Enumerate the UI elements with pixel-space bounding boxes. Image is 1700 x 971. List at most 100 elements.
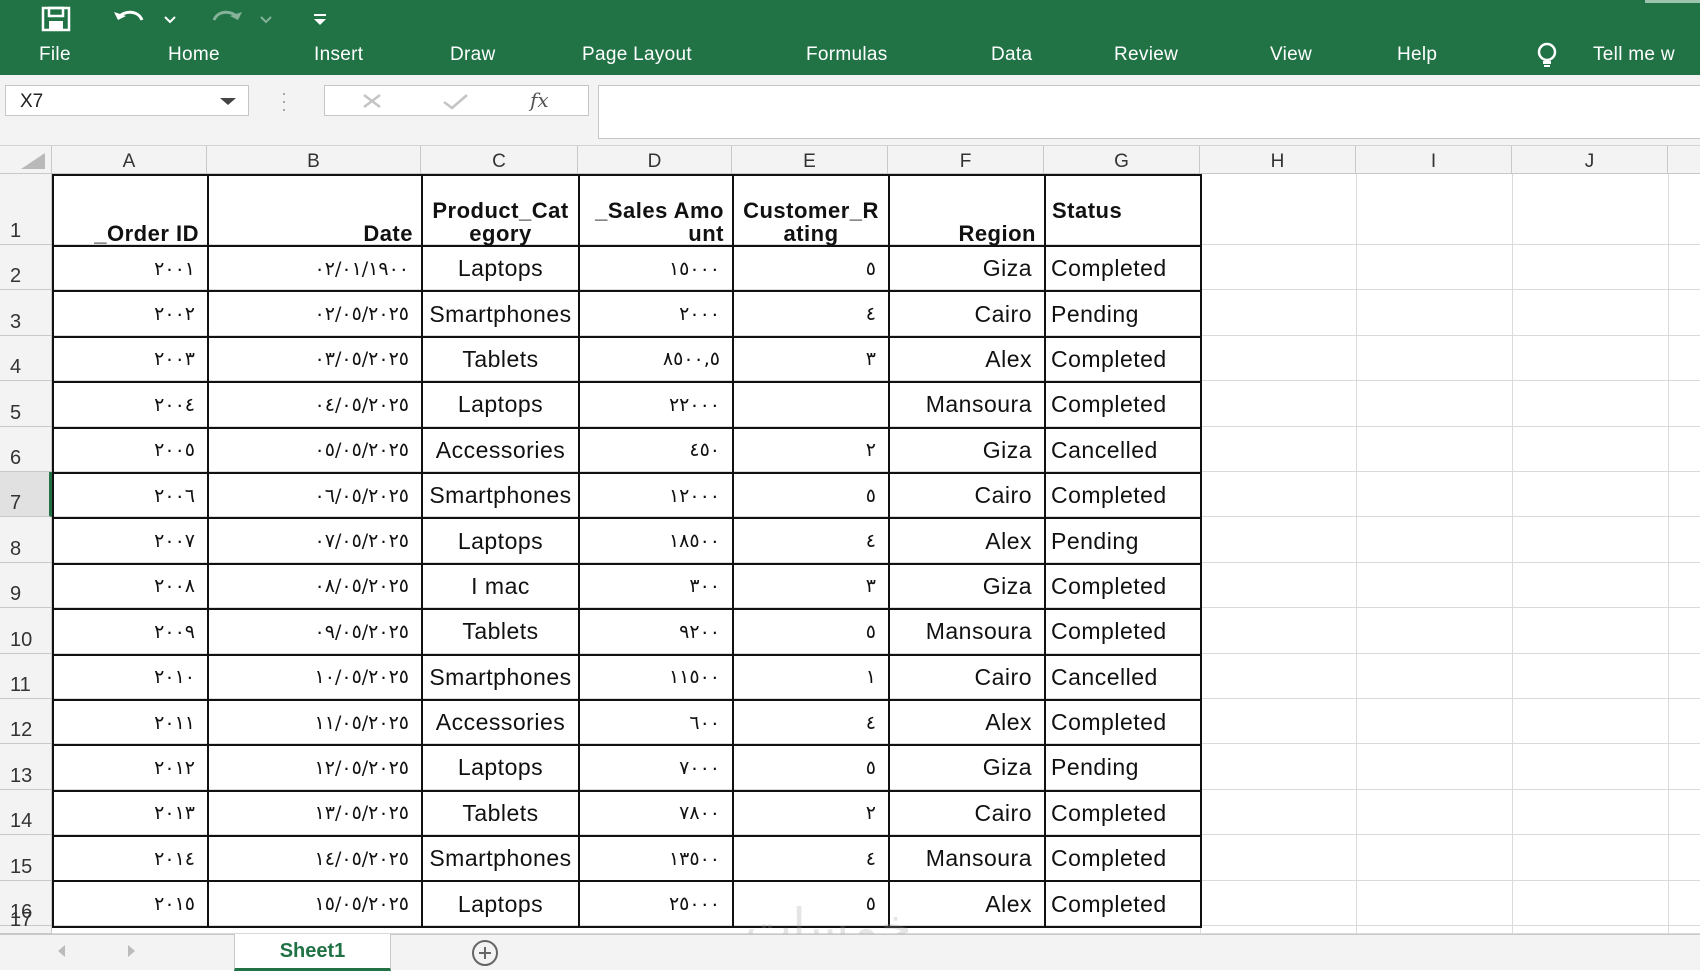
undo-dropdown-icon[interactable] [162, 4, 178, 34]
cell-status[interactable]: Completed [1044, 789, 1202, 838]
cell-status[interactable]: Completed [1044, 471, 1202, 520]
menu-insert[interactable]: Insert [314, 44, 363, 66]
cell-product-category[interactable]: I mac [421, 562, 580, 611]
cell-region[interactable]: Cairo [888, 290, 1046, 338]
cell-sales-amount[interactable]: ٧٠٠٠ [578, 744, 734, 792]
row-header-17[interactable]: 17 [0, 909, 52, 934]
insert-function-icon[interactable]: fx [530, 88, 549, 112]
menu-formulas[interactable]: Formulas [806, 44, 888, 66]
menu-home[interactable]: Home [168, 44, 220, 66]
header-sales-amount[interactable]: _Sales Amount [578, 174, 734, 247]
customize-toolbar-icon[interactable] [310, 4, 330, 34]
menu-review[interactable]: Review [1114, 44, 1178, 66]
cell-product-category[interactable]: Laptops [421, 517, 580, 565]
cell-order-id[interactable]: ٢٠١٠ [52, 653, 209, 701]
cell-region[interactable]: Alex [888, 698, 1046, 747]
cell-date[interactable]: ١٢/٠٥/٢٠٢٥ [207, 744, 423, 792]
cell-status[interactable]: Completed [1044, 698, 1202, 747]
scroll-tabs-left-icon[interactable] [58, 945, 65, 957]
scroll-tabs-right-icon[interactable] [128, 945, 135, 957]
cell-status[interactable]: Pending [1044, 744, 1202, 792]
save-icon[interactable] [40, 4, 80, 34]
cell-sales-amount[interactable]: ٧٨٠٠ [578, 789, 734, 838]
more-vertical-icon[interactable]: · · · [281, 84, 287, 118]
cell-sales-amount[interactable]: ٩٢٠٠ [578, 608, 734, 656]
menu-file[interactable]: File [39, 44, 71, 66]
cell-sales-amount[interactable]: ١١٥٠٠ [578, 653, 734, 701]
row-header-7[interactable]: 7 [0, 472, 52, 518]
cell-order-id[interactable]: ٢٠٠٢ [52, 290, 209, 338]
cell-order-id[interactable]: ٢٠١٢ [52, 744, 209, 792]
cell-region[interactable]: Alex [888, 335, 1046, 384]
row-header-15[interactable]: 15 [0, 835, 52, 881]
cell-product-category[interactable]: Tablets [421, 335, 580, 384]
cell-order-id[interactable]: ٢٠١٥ [52, 880, 209, 928]
redo-icon[interactable] [206, 4, 246, 34]
cell-status[interactable]: Cancelled [1044, 653, 1202, 701]
cell-date[interactable]: ١٤/٠٥/٢٠٢٥ [207, 835, 423, 883]
cell-region[interactable]: Alex [888, 517, 1046, 565]
cell-customer-rating[interactable]: ٢ [732, 426, 890, 474]
cell-customer-rating[interactable]: ٣ [732, 562, 890, 611]
cell-customer-rating[interactable]: ٥ [732, 471, 890, 520]
row-header-13[interactable]: 13 [0, 744, 52, 790]
cell-product-category[interactable]: Laptops [421, 244, 580, 293]
cell-sales-amount[interactable]: ١٢٠٠٠ [578, 471, 734, 520]
cell-customer-rating[interactable]: ٥ [732, 244, 890, 293]
cell-product-category[interactable]: Tablets [421, 789, 580, 838]
cell-order-id[interactable]: ٢٠٠٧ [52, 517, 209, 565]
cell-status[interactable]: Cancelled [1044, 426, 1202, 474]
cell-date[interactable]: ٠٥/٠٥/٢٠٢٥ [207, 426, 423, 474]
cell-region[interactable]: Mansoura [888, 608, 1046, 656]
cell-date[interactable]: ١٠/٠٥/٢٠٢٥ [207, 653, 423, 701]
cell-region[interactable]: Giza [888, 562, 1046, 611]
row-header-8[interactable]: 8 [0, 517, 52, 563]
cell-order-id[interactable]: ٢٠١١ [52, 698, 209, 747]
cell-region[interactable]: Cairo [888, 789, 1046, 838]
column-header-b[interactable]: B [207, 146, 421, 174]
cell-region[interactable]: Cairo [888, 653, 1046, 701]
cell-product-category[interactable]: Laptops [421, 381, 580, 429]
row-header-14[interactable]: 14 [0, 790, 52, 836]
cell-status[interactable]: Completed [1044, 244, 1202, 293]
cell-date[interactable]: ١٣/٠٥/٢٠٢٥ [207, 789, 423, 838]
column-header-f[interactable]: F [888, 146, 1044, 174]
sheet-tab-sheet1[interactable]: Sheet1 [234, 934, 391, 971]
column-header-j[interactable]: J [1512, 146, 1668, 174]
header-order-id[interactable]: _Order ID [52, 174, 209, 247]
cell-customer-rating[interactable]: ٤ [732, 698, 890, 747]
cell-product-category[interactable]: Tablets [421, 608, 580, 656]
cell-sales-amount[interactable]: ٢٥٠٠٠ [578, 880, 734, 928]
cell-region[interactable]: Mansoura [888, 381, 1046, 429]
column-header-i[interactable]: I [1356, 146, 1512, 174]
cell-order-id[interactable]: ٢٠١٤ [52, 835, 209, 883]
cell-order-id[interactable]: ٢٠٠٨ [52, 562, 209, 611]
cell-product-category[interactable]: Laptops [421, 880, 580, 928]
cell-sales-amount[interactable]: ٣٠٠ [578, 562, 734, 611]
cell-status[interactable]: Completed [1044, 562, 1202, 611]
cell-customer-rating[interactable]: ٢ [732, 789, 890, 838]
row-header-9[interactable]: 9 [0, 563, 52, 609]
cell-customer-rating[interactable]: ١ [732, 653, 890, 701]
row-header-6[interactable]: 6 [0, 427, 52, 472]
undo-icon[interactable] [110, 4, 150, 34]
cell-order-id[interactable]: ٢٠٠٦ [52, 471, 209, 520]
cell-order-id[interactable]: ٢٠٠٣ [52, 335, 209, 384]
cell-customer-rating[interactable]: ٤ [732, 835, 890, 883]
tell-me-search[interactable]: Tell me w [1593, 44, 1675, 66]
row-header-3[interactable]: 3 [0, 290, 52, 336]
cell-status[interactable]: Completed [1044, 608, 1202, 656]
cell-status[interactable]: Completed [1044, 381, 1202, 429]
row-header-4[interactable]: 4 [0, 336, 52, 382]
header-date[interactable]: Date [207, 174, 423, 247]
row-header-2[interactable]: 2 [0, 245, 52, 291]
menu-data[interactable]: Data [991, 44, 1032, 66]
header-region[interactable]: Region [888, 174, 1046, 247]
column-header-a[interactable]: A [52, 146, 207, 174]
cell-status[interactable]: Completed [1044, 335, 1202, 384]
cell-sales-amount[interactable]: ٢٠٠٠ [578, 290, 734, 338]
header-product-category[interactable]: Product_Category [421, 174, 580, 247]
cell-product-category[interactable]: Smartphones [421, 290, 580, 338]
cell-product-category[interactable]: Smartphones [421, 471, 580, 520]
cell-region[interactable]: Alex [888, 880, 1046, 928]
